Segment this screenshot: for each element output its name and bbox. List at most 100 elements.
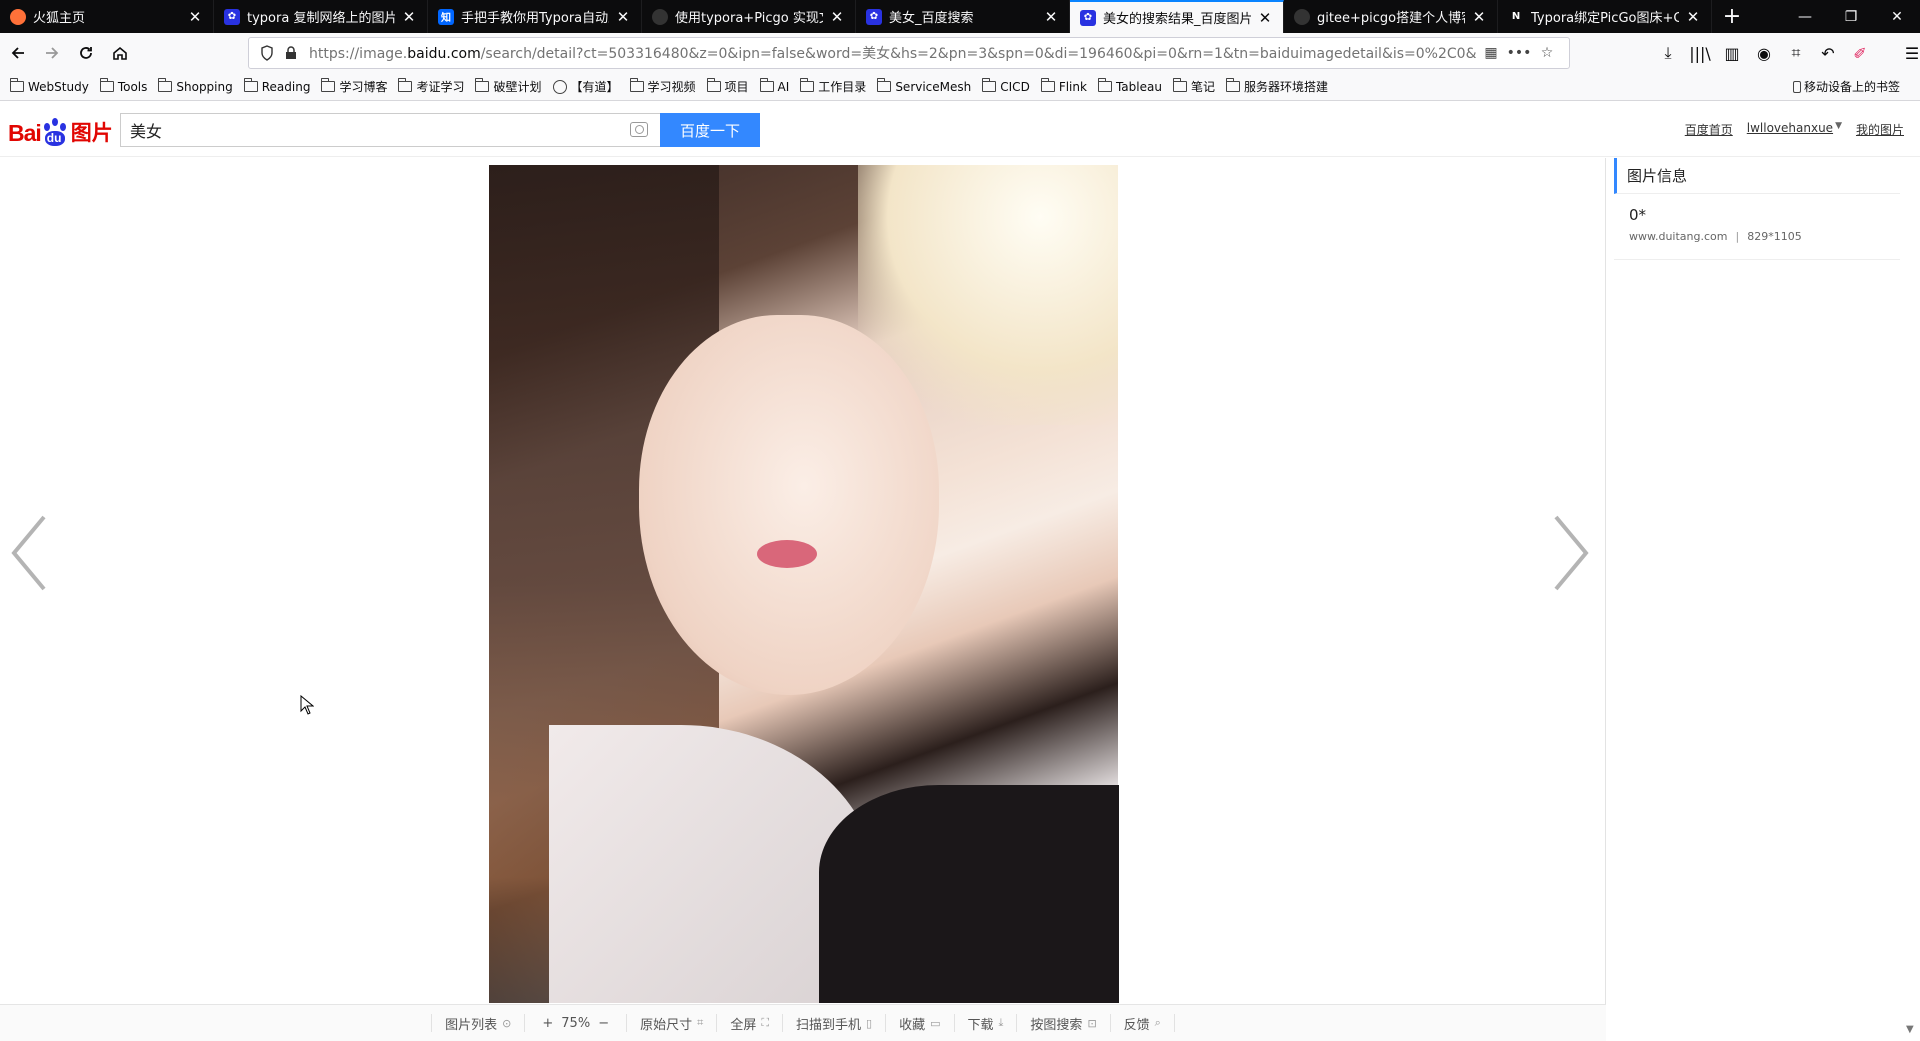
- screenshot-icon[interactable]: ⌗: [1780, 37, 1812, 69]
- tab-typora-picgo-gitee[interactable]: N Typora绑定PicGo图床+Gite ✕: [1498, 0, 1712, 33]
- close-icon[interactable]: ✕: [1685, 8, 1701, 26]
- phone-icon: ▯: [866, 1016, 873, 1030]
- url-domain: baidu.com: [407, 46, 481, 62]
- bookmark-item[interactable]: 项目: [706, 78, 749, 95]
- baidu-image-logo[interactable]: Bai du 图片: [8, 109, 113, 147]
- folder-icon: [1097, 78, 1112, 92]
- folder-icon: [10, 78, 24, 92]
- download-button[interactable]: 下载 ⤓: [953, 1014, 1017, 1033]
- image-toolbar: 图片列表 ⊙ +75% − 原始尺寸 ⌗ 全屏 ⛶ 扫描到手机 ▯ 收藏 ▭ 下载 ⤓ 按图搜…: [0, 1004, 1606, 1041]
- scan-to-phone-button[interactable]: 扫描到手机 ▯: [782, 1014, 885, 1033]
- lock-icon[interactable]: [281, 43, 301, 63]
- reload-icon[interactable]: [70, 37, 102, 69]
- url-bar[interactable]: https://image.baidu.com/search/detail?ct…: [248, 37, 1570, 69]
- zoom-level: 75%: [561, 1015, 591, 1031]
- search-input[interactable]: 美女: [120, 113, 660, 147]
- image-info-panel: 图片信息 0* www.duitang.com | 829*1105: [1614, 158, 1900, 260]
- chevron-down-icon[interactable]: ▼: [1835, 121, 1842, 138]
- more-actions-icon[interactable]: •••: [1505, 39, 1533, 67]
- extension-icon[interactable]: ✐: [1844, 37, 1876, 69]
- library-icon[interactable]: |||\: [1684, 37, 1716, 69]
- tab-firefox-home[interactable]: 火狐主页 ✕: [0, 0, 214, 33]
- bookmark-item[interactable]: Shopping: [158, 78, 233, 94]
- account-icon[interactable]: ◉: [1748, 37, 1780, 69]
- close-icon[interactable]: ✕: [401, 8, 417, 26]
- bookmark-item[interactable]: 破壁计划: [475, 78, 542, 95]
- download-icon[interactable]: ⤓: [1652, 37, 1684, 69]
- close-icon[interactable]: ✕: [1471, 8, 1487, 26]
- bookmark-item[interactable]: 学习博客: [321, 78, 387, 95]
- bookmark-item[interactable]: Flink: [1040, 78, 1087, 94]
- original-size-button[interactable]: 原始尺寸 ⌗: [626, 1014, 716, 1033]
- tab-baidu-search[interactable]: ✿ 美女_百度搜索 ✕: [856, 0, 1070, 33]
- photo-region: [757, 540, 817, 568]
- bookmark-label: AI: [777, 79, 790, 94]
- forward-icon[interactable]: [36, 37, 68, 69]
- next-image-icon[interactable]: [1552, 513, 1592, 593]
- bookmark-star-icon[interactable]: ☆: [1533, 39, 1561, 67]
- bookmark-item[interactable]: CICD: [982, 78, 1030, 94]
- close-icon[interactable]: ✕: [829, 8, 845, 26]
- url-text[interactable]: https://image.baidu.com/search/detail?ct…: [309, 43, 1477, 63]
- close-icon[interactable]: ✕: [1043, 8, 1059, 26]
- undo-icon[interactable]: ↶: [1812, 37, 1844, 69]
- bookmark-item[interactable]: AI: [759, 78, 790, 94]
- zoom-in-icon[interactable]: +: [542, 1016, 553, 1031]
- bookmark-item[interactable]: WebStudy: [10, 78, 89, 94]
- bookmark-item[interactable]: 【有道】: [552, 78, 619, 95]
- close-icon[interactable]: ✕: [615, 8, 631, 26]
- baidu-home-link[interactable]: 百度首页: [1685, 121, 1733, 138]
- tab-strip: 火狐主页 ✕ ✿ typora 复制网络上的图片无 ✕ 知 手把手教你用Typo…: [0, 0, 1920, 33]
- feedback-button[interactable]: 反馈 ⌕: [1109, 1014, 1175, 1033]
- user-link[interactable]: lwllovehanxue: [1747, 121, 1833, 138]
- bookmark-item[interactable]: 考证学习: [398, 78, 464, 95]
- tab-title: 火狐主页: [33, 11, 86, 26]
- home-icon[interactable]: [104, 37, 136, 69]
- tab-title: 美女的搜索结果_百度图片搜: [1103, 12, 1251, 27]
- close-icon[interactable]: ✕: [187, 8, 203, 26]
- new-tab-button[interactable]: +: [1712, 0, 1752, 33]
- menu-icon[interactable]: ☰: [1896, 37, 1920, 69]
- folder-icon: [877, 78, 892, 92]
- folder-icon: [706, 78, 721, 92]
- bookmark-item[interactable]: 笔记: [1172, 78, 1215, 95]
- sidebar-icon[interactable]: ▥: [1716, 37, 1748, 69]
- shield-icon[interactable]: [257, 43, 277, 63]
- close-window-icon[interactable]: ✕: [1874, 0, 1920, 33]
- qr-code-icon[interactable]: ▦: [1477, 39, 1505, 67]
- tab-typora-zhihu[interactable]: 知 手把手教你用Typora自动上 ✕: [428, 0, 642, 33]
- image-list-button[interactable]: 图片列表 ⊙: [431, 1014, 524, 1033]
- mobile-bookmarks[interactable]: 移动设备上的书签: [1792, 78, 1900, 95]
- tab-gitee-picgo[interactable]: gitee+picgo搭建个人博客图 ✕: [1284, 0, 1498, 33]
- tab-typora-copy-image[interactable]: ✿ typora 复制网络上的图片无 ✕: [214, 0, 428, 33]
- my-pics-link[interactable]: 我的图片: [1856, 121, 1904, 138]
- scroll-down-icon[interactable]: ▼: [1906, 1024, 1914, 1035]
- minimize-icon[interactable]: —: [1782, 0, 1828, 33]
- bookmark-item[interactable]: 学习视频: [629, 78, 696, 95]
- favorite-button[interactable]: 收藏 ▭: [885, 1014, 953, 1033]
- navigation-toolbar: https://image.baidu.com/search/detail?ct…: [0, 33, 1920, 73]
- bookmarks-toolbar: WebStudy Tools Shopping Reading 学习博客 考证学…: [0, 73, 1920, 101]
- tab-typora-picgo[interactable]: 使用typora+Picgo 实现文档 ✕: [642, 0, 856, 33]
- bookmark-item[interactable]: 工作目录: [800, 78, 866, 95]
- image-source-link[interactable]: www.duitang.com: [1629, 230, 1727, 243]
- restore-icon[interactable]: ❐: [1828, 0, 1874, 33]
- bookmark-item[interactable]: Reading: [243, 78, 310, 94]
- bookmark-item[interactable]: ServiceMesh: [877, 78, 971, 94]
- bookmark-item[interactable]: Tableau: [1097, 78, 1162, 94]
- fullscreen-button[interactable]: 全屏 ⛶: [716, 1014, 782, 1033]
- meta-separator: |: [1735, 230, 1740, 243]
- bookmark-item[interactable]: 服务器环境搭建: [1225, 78, 1328, 95]
- bookmark-item[interactable]: Tools: [99, 78, 147, 94]
- download-icon: ⤓: [998, 1016, 1004, 1029]
- search-button[interactable]: 百度一下: [660, 113, 760, 147]
- back-icon[interactable]: [2, 37, 34, 69]
- tab-baidu-image-result[interactable]: ✿ 美女的搜索结果_百度图片搜 ✕: [1070, 0, 1284, 33]
- prev-image-icon[interactable]: [8, 513, 48, 593]
- image-search-button[interactable]: 按图搜索 ⊡: [1016, 1014, 1109, 1033]
- zoom-out-icon[interactable]: −: [598, 1016, 609, 1031]
- bookmark-label: CICD: [1000, 79, 1030, 94]
- main-image[interactable]: [489, 165, 1119, 1003]
- camera-icon[interactable]: [630, 122, 648, 137]
- close-icon[interactable]: ✕: [1257, 9, 1273, 27]
